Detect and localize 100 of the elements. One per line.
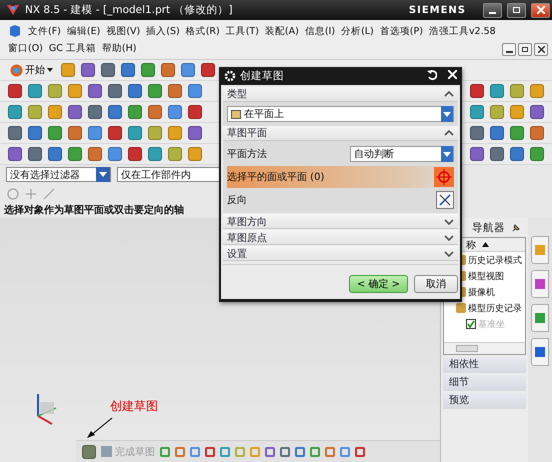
menu-item[interactable]: 文件(F): [28, 24, 61, 38]
menu-item[interactable]: 信息(I): [304, 24, 336, 38]
tool-icon[interactable]: [128, 147, 142, 161]
menu-item[interactable]: 编辑(E): [66, 24, 100, 38]
tool-icon[interactable]: [490, 84, 504, 98]
tool-icon[interactable]: [188, 105, 202, 119]
tool-icon[interactable]: [490, 126, 504, 140]
tool-icon[interactable]: [48, 126, 62, 140]
horizontal-scrollbar[interactable]: [444, 342, 525, 354]
close-button[interactable]: [534, 43, 548, 56]
tool-icon[interactable]: [8, 147, 22, 161]
tool-icon[interactable]: [88, 126, 102, 140]
tool-icon[interactable]: [88, 84, 102, 98]
settings-icon[interactable]: [224, 70, 236, 82]
tool-icon[interactable]: [8, 84, 22, 98]
tool-icon[interactable]: [121, 63, 135, 77]
section-header[interactable]: 草图平面: [223, 126, 458, 141]
menu-item[interactable]: 插入(S): [146, 24, 180, 38]
menu-item[interactable]: 视图(V): [106, 24, 140, 38]
resource-tab[interactable]: [531, 304, 549, 332]
tool-icon[interactable]: [470, 105, 484, 119]
tool-icon[interactable]: [68, 84, 82, 98]
ok-button[interactable]: < 确定 >: [348, 275, 408, 293]
tree-item[interactable]: 模型历史记录: [468, 302, 522, 314]
type-filter-dropdown[interactable]: 没有选择过滤器: [6, 167, 111, 182]
tree-item[interactable]: 历史记录模式: [468, 254, 522, 266]
resource-tab[interactable]: [531, 270, 549, 298]
menu-item[interactable]: 首选项(P): [380, 24, 423, 38]
tool-icon[interactable]: [470, 84, 484, 98]
tool-icon[interactable]: [530, 147, 544, 161]
navigator-panel-header[interactable]: 相依性: [443, 357, 526, 373]
tool-icon[interactable]: [61, 63, 75, 77]
plane-method-dropdown[interactable]: 自动判断: [350, 146, 454, 162]
tool-icon[interactable]: [530, 126, 544, 140]
tool-icon[interactable]: [148, 105, 162, 119]
tool-icon[interactable]: [490, 147, 504, 161]
tool-icon[interactable]: [510, 126, 524, 140]
tool-icon[interactable]: [68, 147, 82, 161]
tool-icon[interactable]: [470, 126, 484, 140]
tool-icon[interactable]: [141, 63, 155, 77]
tool-icon[interactable]: [168, 105, 182, 119]
tool-icon[interactable]: [48, 105, 62, 119]
tool-icon[interactable]: [28, 84, 42, 98]
tool-icon[interactable]: [128, 84, 142, 98]
section-header[interactable]: 类型: [223, 87, 458, 102]
tool-icon[interactable]: [81, 63, 95, 77]
menu-item[interactable]: GC 工具箱: [48, 42, 96, 55]
restore-button[interactable]: [518, 43, 532, 56]
tool-icon[interactable]: [88, 147, 102, 161]
tool-icon[interactable]: [470, 147, 484, 161]
menu-item[interactable]: 工具(T): [226, 24, 259, 38]
tool-icon[interactable]: [108, 147, 122, 161]
tool-icon[interactable]: [68, 126, 82, 140]
section-header[interactable]: 草图原点: [223, 230, 458, 245]
tool-icon[interactable]: [201, 63, 215, 77]
tool-icon[interactable]: [88, 105, 102, 119]
tool-icon[interactable]: [108, 105, 122, 119]
maximize-button[interactable]: [507, 2, 526, 18]
cancel-button[interactable]: 取消: [414, 275, 458, 293]
tool-icon[interactable]: [108, 126, 122, 140]
tool-icon[interactable]: [188, 126, 202, 140]
app-menu-icon[interactable]: [8, 24, 22, 38]
tool-icon[interactable]: [148, 126, 162, 140]
create-sketch-icon[interactable]: [82, 444, 96, 458]
tree-item[interactable]: 摄像机: [468, 286, 495, 298]
tool-icon[interactable]: [168, 84, 182, 98]
start-button[interactable]: 开始: [8, 63, 55, 77]
tool-icon[interactable]: [48, 147, 62, 161]
tool-icon[interactable]: [8, 105, 22, 119]
menu-item[interactable]: 分析(L): [341, 24, 374, 38]
menu-item[interactable]: 窗口(O): [8, 42, 43, 55]
tool-icon[interactable]: [48, 84, 62, 98]
tool-icon[interactable]: [168, 147, 182, 161]
tool-icon[interactable]: [510, 147, 524, 161]
section-header[interactable]: 草图方向: [223, 214, 458, 229]
tool-icon[interactable]: [108, 84, 122, 98]
scope-filter-field[interactable]: 仅在工作部件内: [117, 167, 222, 182]
menu-item[interactable]: 浩强工具v2.58: [428, 24, 496, 38]
tree-item[interactable]: 模型视图: [468, 270, 504, 282]
menu-item[interactable]: 格式(R): [186, 24, 220, 38]
tool-icon[interactable]: [128, 126, 142, 140]
minimize-button[interactable]: [483, 2, 502, 18]
tool-icon[interactable]: [510, 105, 524, 119]
tool-icon[interactable]: [28, 126, 42, 140]
tool-icon[interactable]: [8, 126, 22, 140]
menu-item[interactable]: 装配(A): [264, 24, 299, 38]
tool-icon[interactable]: [28, 147, 42, 161]
tool-icon[interactable]: [161, 63, 175, 77]
pin-icon[interactable]: [511, 223, 521, 233]
tool-icon[interactable]: [28, 105, 42, 119]
checkbox[interactable]: [466, 319, 476, 329]
navigator-panel-header[interactable]: 预览: [443, 393, 526, 409]
tool-icon[interactable]: [188, 84, 202, 98]
menu-item[interactable]: 帮助(H): [102, 42, 136, 55]
tool-icon[interactable]: [530, 105, 544, 119]
close-button[interactable]: [531, 2, 550, 18]
tool-icon[interactable]: [148, 84, 162, 98]
type-dropdown[interactable]: 在平面上: [227, 106, 454, 122]
tool-icon[interactable]: [68, 105, 82, 119]
tool-icon[interactable]: [510, 84, 524, 98]
